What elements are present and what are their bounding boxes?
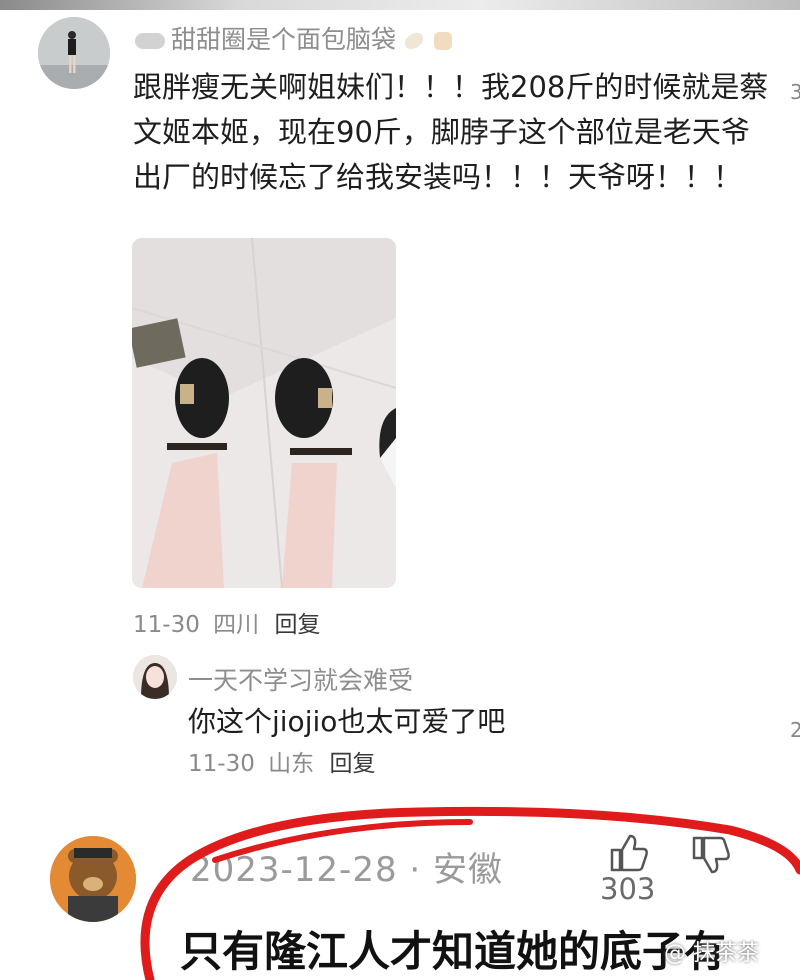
post-text: 只有隆江人才知道她的底子有 <box>180 927 727 976</box>
comment-location: 四川 <box>213 612 260 638</box>
post-avatar[interactable] <box>50 836 136 922</box>
reply-location: 山东 <box>268 751 315 777</box>
watermark: @ 抹茶茶 <box>664 941 759 966</box>
reply-date: 11-30 <box>188 751 255 777</box>
comment-text: 跟胖瘦无关啊姐妹们！！！我208斤的时候就是蔡文姬本姬，现在90斤，脚脖子这个部… <box>133 70 769 194</box>
comment-photo[interactable] <box>132 238 396 588</box>
reply-reply-button[interactable]: 回复 <box>329 751 375 777</box>
comment-reply-button[interactable]: 回复 <box>274 612 320 638</box>
reply-avatar[interactable] <box>133 655 177 699</box>
like-count: 303 <box>600 872 656 906</box>
bread-icon <box>404 32 453 50</box>
reply-username[interactable]: 一天不学习就会难受 <box>188 661 413 697</box>
comment-date: 11-30 <box>133 612 200 638</box>
reply-text: 你这个jiojio也太可爱了吧 <box>188 705 506 738</box>
thumbs-down-icon[interactable] <box>690 834 732 876</box>
user-avatar[interactable] <box>38 17 110 89</box>
comment-meta: 11-30 四川 回复 <box>133 605 320 639</box>
top-strip <box>0 0 800 10</box>
donut-icon <box>135 33 165 49</box>
reply-meta: 11-30 山东 回复 <box>188 744 375 778</box>
thumbs-up-icon[interactable] <box>608 832 650 874</box>
edge-count-1: 3 <box>790 80 800 104</box>
comment-username-row[interactable]: 甜甜圈是个面包脑袋 <box>135 20 456 56</box>
post-date: 2023-12-28 · 安徽 <box>190 850 504 890</box>
edge-count-2: 2 <box>790 718 800 742</box>
comment-username[interactable]: 甜甜圈是个面包脑袋 <box>171 25 396 54</box>
